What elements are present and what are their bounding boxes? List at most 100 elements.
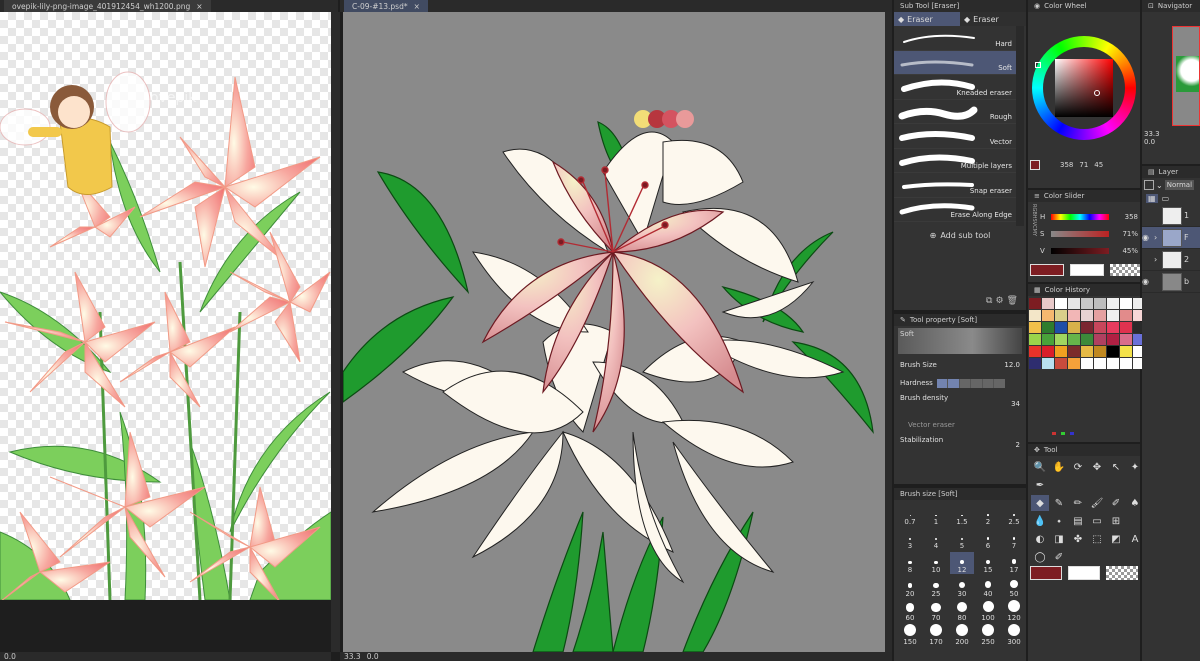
- figure-tool-icon[interactable]: ▭: [1088, 513, 1106, 529]
- sub-tool-item[interactable]: Hard: [894, 26, 1016, 51]
- blend-mode-select[interactable]: Normal: [1164, 180, 1195, 190]
- hue-picker-cursor[interactable]: [1035, 62, 1041, 68]
- speech-tool-icon[interactable]: ◯: [1031, 549, 1049, 565]
- brush-size-option[interactable]: 4: [924, 528, 948, 550]
- transparent-color-chip[interactable]: [1106, 566, 1138, 580]
- eye-icon[interactable]: ◉: [1142, 277, 1154, 286]
- slider-value[interactable]: 358: [1125, 213, 1138, 221]
- eyedropper-icon[interactable]: ✒: [1031, 477, 1049, 493]
- sub-tool-item[interactable]: Soft: [894, 50, 1016, 75]
- color-mode-tab[interactable]: CMY: [1031, 225, 1037, 236]
- color-swatch[interactable]: [1042, 322, 1054, 333]
- line-fix-tool-icon[interactable]: ⬚: [1088, 531, 1106, 547]
- brush-size-option[interactable]: 0.7: [898, 504, 922, 526]
- main-color-chip[interactable]: [1030, 566, 1062, 580]
- color-swatch[interactable]: [1081, 298, 1093, 309]
- color-swatch[interactable]: [1107, 322, 1119, 333]
- slider-track[interactable]: [1051, 230, 1109, 237]
- color-swatch[interactable]: [1068, 334, 1080, 345]
- close-icon[interactable]: ×: [414, 2, 420, 11]
- rotate-tool-icon[interactable]: ⟳: [1069, 459, 1087, 475]
- hardness-segment[interactable]: [959, 378, 971, 388]
- zoom-tool-icon[interactable]: 🔍: [1031, 459, 1049, 475]
- vector-tool-icon[interactable]: ✤: [1069, 531, 1087, 547]
- brush-size-option[interactable]: 12: [950, 552, 974, 574]
- color-swatch[interactable]: [1029, 298, 1041, 309]
- brush-size-option[interactable]: 6: [976, 528, 1000, 550]
- copy-icon[interactable]: ⧉: [986, 296, 992, 306]
- color-swatch[interactable]: [1042, 310, 1054, 321]
- brush-size-option[interactable]: 60: [898, 600, 922, 622]
- expand-icon[interactable]: ›: [1154, 255, 1162, 264]
- brush-size-option[interactable]: 40: [976, 576, 1000, 598]
- color-swatch[interactable]: [1068, 310, 1080, 321]
- color-mode-tab[interactable]: HSV: [1031, 215, 1037, 225]
- fill-tool-icon[interactable]: ⬩: [1050, 513, 1068, 529]
- hardness-control[interactable]: Hardness: [894, 374, 1026, 392]
- color-swatch[interactable]: [1107, 310, 1119, 321]
- settings-icon[interactable]: ⚙: [995, 296, 1003, 306]
- color-swatch[interactable]: [1120, 358, 1132, 369]
- color-swatch[interactable]: [1107, 358, 1119, 369]
- color-swatch[interactable]: [1120, 334, 1132, 345]
- main-color-chip[interactable]: [1030, 264, 1064, 276]
- brush-size-option[interactable]: 8: [898, 552, 922, 574]
- navigator-angle-row[interactable]: 0.0: [1142, 138, 1200, 146]
- color-swatch[interactable]: [1081, 334, 1093, 345]
- color-mode-tabs[interactable]: RGBHSVCMY: [1029, 204, 1039, 236]
- layer-row[interactable]: ◉ › F: [1142, 227, 1200, 249]
- brush-size-option[interactable]: 20: [898, 576, 922, 598]
- color-swatch[interactable]: [1029, 346, 1041, 357]
- brush-size-option[interactable]: 200: [950, 624, 974, 646]
- density-value[interactable]: 34: [1011, 400, 1020, 408]
- color-swatch[interactable]: [1094, 334, 1106, 345]
- pencil-tool-icon[interactable]: ✏: [1069, 495, 1087, 511]
- layer-row[interactable]: 1: [1142, 205, 1200, 227]
- layer-tool-icon[interactable]: ▦: [1146, 194, 1158, 203]
- brush-size-option[interactable]: 30: [950, 576, 974, 598]
- color-swatch[interactable]: [1042, 346, 1054, 357]
- color-swatch[interactable]: [1094, 298, 1106, 309]
- balloon-tool-icon[interactable]: ◐: [1031, 531, 1049, 547]
- color-swatch[interactable]: [1120, 346, 1132, 357]
- transparent-color-chip[interactable]: [1110, 264, 1140, 276]
- color-swatch[interactable]: [1068, 298, 1080, 309]
- hardness-segment[interactable]: [971, 378, 982, 388]
- layer-row[interactable]: ◉ b: [1142, 271, 1200, 293]
- brush-size-option[interactable]: 2: [976, 504, 1000, 526]
- eraser-tool-icon[interactable]: ◆: [1031, 495, 1049, 511]
- brush-size-control[interactable]: Brush Size 12.0: [894, 356, 1026, 374]
- sub-tool-item[interactable]: Multiple layers: [894, 149, 1016, 173]
- color-swatch[interactable]: [1081, 346, 1093, 357]
- eye-icon[interactable]: ◉: [1142, 233, 1154, 242]
- color-swatch[interactable]: [1055, 322, 1067, 333]
- color-slider-row[interactable]: H 358: [1040, 208, 1138, 225]
- ref-tab[interactable]: ovepik-lily-png-image_401912454_wh1200.p…: [4, 0, 211, 12]
- color-swatch[interactable]: [1029, 310, 1041, 321]
- brush-size-option[interactable]: 80: [950, 600, 974, 622]
- hardness-segment[interactable]: [994, 378, 1005, 388]
- tab-eraser-1[interactable]: ◆ Eraser: [894, 12, 960, 26]
- canvas[interactable]: [343, 12, 885, 652]
- color-swatch[interactable]: [1055, 298, 1067, 309]
- chevron-down-icon[interactable]: ⌄: [1156, 181, 1163, 190]
- color-swatch[interactable]: [1094, 358, 1106, 369]
- pen-tool-icon[interactable]: ✎: [1050, 495, 1068, 511]
- saturation-value-square[interactable]: [1055, 59, 1113, 117]
- color-swatch[interactable]: [1081, 358, 1093, 369]
- brush-size-option[interactable]: 15: [976, 552, 1000, 574]
- brush-size-option[interactable]: 7: [1002, 528, 1026, 550]
- brush-size-option[interactable]: 70: [924, 600, 948, 622]
- tab-eraser-2[interactable]: ◆ Eraser: [960, 12, 1026, 26]
- canvas-tab[interactable]: C-09-#13.psd* ×: [344, 0, 428, 12]
- airbrush-tool-icon[interactable]: ✐: [1107, 495, 1125, 511]
- vector-eraser-control[interactable]: Vector eraser: [894, 416, 1026, 434]
- brush-size-option[interactable]: 120: [1002, 600, 1026, 622]
- stabilization-value[interactable]: 2: [1016, 441, 1020, 449]
- brush-size-option[interactable]: 250: [976, 624, 1000, 646]
- color-swatch[interactable]: [1081, 310, 1093, 321]
- color-swatch[interactable]: [1042, 298, 1054, 309]
- color-swatch[interactable]: [1094, 310, 1106, 321]
- gradient-tool-icon[interactable]: ▤: [1069, 513, 1087, 529]
- color-swatch[interactable]: [1055, 310, 1067, 321]
